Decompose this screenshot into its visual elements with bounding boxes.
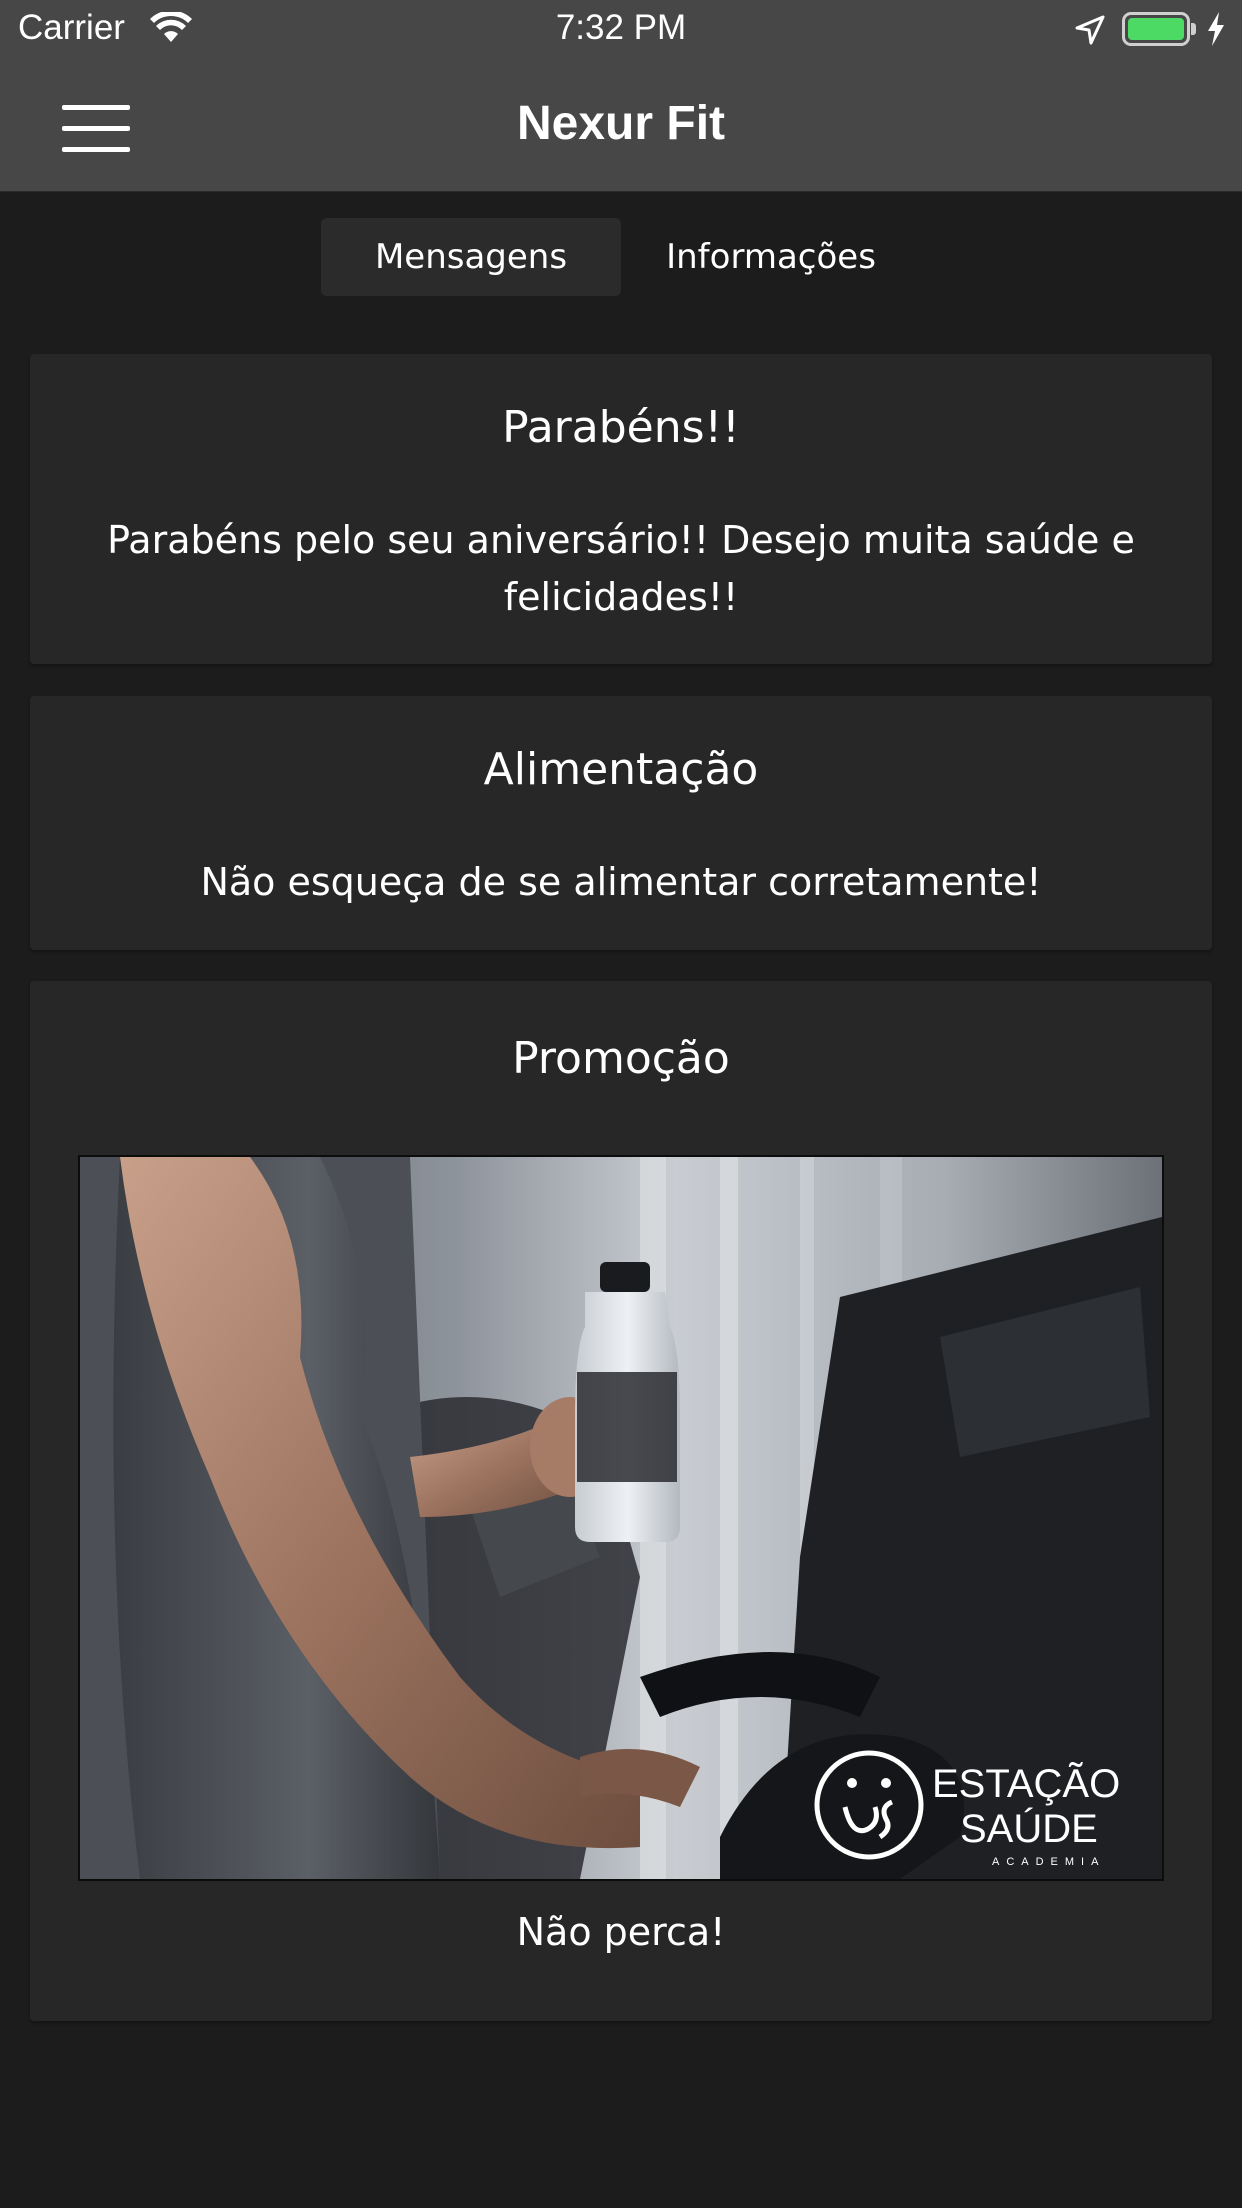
message-body: Não perca!: [516, 1910, 726, 1954]
message-card-alimentacao[interactable]: Alimentação Não esqueça de se alimentar …: [30, 696, 1212, 950]
tab-informacoes[interactable]: Informações: [621, 218, 921, 296]
tab-mensagens[interactable]: Mensagens: [321, 218, 621, 296]
battery-icon: [1122, 12, 1196, 46]
message-card-birthday[interactable]: Parabéns!! Parabéns pelo seu aniversário…: [30, 354, 1212, 664]
battery-fill: [1128, 18, 1184, 40]
battery-nub: [1191, 23, 1196, 35]
message-title: Alimentação: [483, 744, 759, 795]
charging-bolt-icon: [1208, 12, 1224, 46]
navigation-bar: Nexur Fit: [0, 62, 1242, 192]
location-arrow-icon: [1075, 15, 1105, 45]
logo-line3: ACADEMIA: [992, 1856, 1105, 1868]
logo-line1: ESTAÇÃO: [932, 1761, 1120, 1806]
message-body: Não esqueça de se alimentar corretamente…: [200, 860, 1042, 904]
promo-image: ESTAÇÃO SAÚDE ACADEMIA: [78, 1155, 1164, 1881]
logo-line2: SAÚDE: [960, 1806, 1098, 1851]
app-title: Nexur Fit: [516, 97, 726, 150]
segmented-control: Mensagens Informações: [321, 218, 921, 296]
status-time: 7:32 PM: [555, 8, 687, 47]
message-body: Parabéns pelo seu aniversário!! Desejo m…: [107, 518, 1135, 619]
message-title: Promoção: [512, 1033, 730, 1084]
message-card-promocao[interactable]: Promoção ESTAÇÃO SAÚDE ACADEMIA Não perc…: [30, 981, 1212, 2021]
status-bar: Carrier 7:32 PM: [0, 0, 1242, 62]
message-title: Parabéns!!: [502, 402, 740, 453]
gym-photo: ESTAÇÃO SAÚDE ACADEMIA: [80, 1157, 1162, 1879]
